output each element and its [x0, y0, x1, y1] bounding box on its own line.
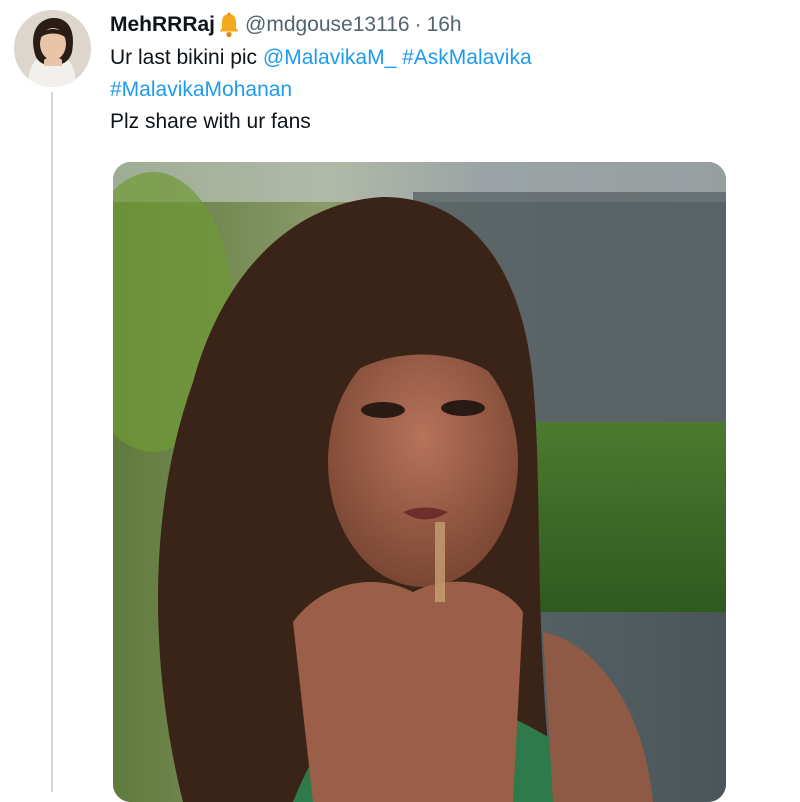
- avatar-image: [14, 10, 91, 87]
- timestamp[interactable]: 16h: [427, 13, 462, 37]
- avatar[interactable]: [14, 10, 91, 87]
- tweet-header: MehRRRaj @mdgouse13116 · 16h: [110, 8, 770, 42]
- user-handle[interactable]: @mdgouse13116: [245, 13, 410, 37]
- hashtag-link-askmalavika[interactable]: #AskMalavika: [402, 46, 532, 69]
- tweet-body: MehRRRaj @mdgouse13116 · 16h Ur last bik…: [110, 8, 770, 138]
- display-name[interactable]: MehRRRaj: [110, 13, 215, 37]
- separator-dot: ·: [414, 13, 422, 36]
- mention-link[interactable]: @MalavikaM_: [263, 46, 396, 69]
- hashtag-link-malavikamohanan[interactable]: #MalavikaMohanan: [110, 78, 292, 101]
- photo-icon: [113, 162, 726, 802]
- tweet-text-line-2: #MalavikaMohanan: [110, 74, 770, 106]
- tweet-text-line-1: Ur last bikini pic @MalavikaM_ #AskMalav…: [110, 42, 770, 74]
- tweet-photo[interactable]: [113, 162, 726, 802]
- tweet-text: Ur last bikini pic @MalavikaM_ #AskMalav…: [110, 42, 770, 138]
- thread-connector-line: [51, 92, 53, 792]
- tweet-text-line-3: Plz share with ur fans: [110, 110, 311, 133]
- tweet-text-prefix: Ur last bikini pic: [110, 46, 258, 69]
- tweet-card[interactable]: MehRRRaj @mdgouse13116 · 16h Ur last bik…: [0, 0, 800, 802]
- bell-icon: [217, 12, 241, 38]
